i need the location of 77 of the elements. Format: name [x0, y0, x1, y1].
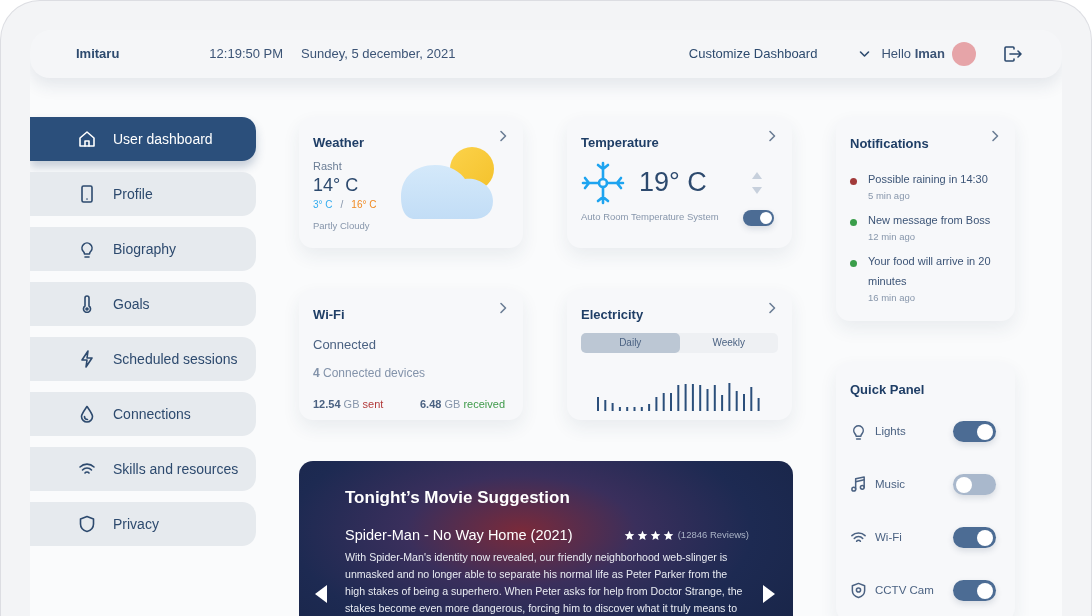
music-note-icon	[850, 476, 867, 494]
star-icon	[636, 529, 648, 541]
logout-icon[interactable]	[1004, 46, 1022, 62]
phone-icon	[78, 185, 96, 203]
card-title: Electricity	[581, 306, 644, 324]
notification-text: New message from Boss	[868, 212, 991, 228]
shield-icon	[850, 582, 867, 600]
connected-devices: 4 Connected devices	[313, 365, 427, 382]
toggle-label: CCTV Cam	[875, 583, 934, 599]
sidebar-item[interactable]: Connections	[30, 392, 256, 436]
sidebar-item[interactable]: Skills and resources	[30, 447, 256, 491]
toggle-label: Wi-Fi	[875, 530, 902, 546]
notification-time: 12 min ago	[868, 229, 916, 244]
customize-dashboard-link[interactable]: Customize Dashboard	[688, 44, 818, 64]
card-title: Temperature	[581, 134, 659, 152]
data-received: 6.48 GB received	[420, 397, 505, 412]
room-temperature-value: 19° C	[639, 166, 707, 200]
sidebar-item[interactable]: Goals	[30, 282, 256, 326]
sidebar-item[interactable]: Privacy	[30, 502, 256, 546]
avatar-circle[interactable]	[952, 42, 976, 66]
movie-synopsis: With Spider-Man's identity now revealed, our friendly neighborhood web-slinger is unmasked and no longer able to separate his normal life as Peter Parker from the high stakes of being a superhero. When Peter asks for help from Doctor Strange, the stakes become even more dangerous, forcing him to discover what it truly means to	[345, 550, 744, 616]
low-temperature: 3° C	[313, 198, 333, 212]
weather-condition: Partly Cloudy	[313, 219, 371, 233]
chevron-right-icon[interactable]	[767, 130, 777, 142]
chevron-down-icon[interactable]	[859, 50, 871, 58]
data-sent: 12.54 GB sent	[313, 397, 384, 412]
chevron-right-icon[interactable]	[767, 302, 777, 314]
sidebar-item[interactable]: Profile	[30, 172, 256, 216]
period-tab[interactable]: Daily	[581, 332, 680, 353]
temperature-separator: /	[340, 198, 344, 212]
connection-status: Connected	[313, 335, 377, 354]
chevron-right-icon[interactable]	[498, 130, 508, 142]
star-icon	[662, 529, 674, 541]
toggle-switch[interactable]	[953, 527, 996, 549]
toggle-switch[interactable]	[743, 209, 774, 226]
temperature-value: 14° C	[313, 174, 360, 196]
sidebar-item[interactable]: Scheduled sessions	[30, 337, 256, 381]
period-tab[interactable]: Weekly	[679, 332, 778, 353]
high-temperature: 16° C	[351, 198, 377, 212]
card-title: Weather	[313, 134, 365, 152]
brand-name: Imitaru	[76, 45, 120, 64]
left-arrow-icon	[315, 584, 327, 603]
movie-title: Spider-Man - No Way Home (2021)	[345, 525, 573, 545]
chevron-right-icon[interactable]	[498, 302, 508, 314]
sidebar-item[interactable]: User dashboard	[30, 117, 256, 161]
toggle-switch[interactable]	[953, 474, 996, 496]
right-arrow-icon	[763, 584, 775, 603]
toggle-switch[interactable]	[953, 580, 996, 602]
card-title: Quick Panel	[850, 381, 925, 400]
partly-cloudy-icon	[401, 147, 497, 219]
lightning-icon	[78, 350, 96, 368]
movie-section-title: Tonight’s Movie Suggestion	[345, 487, 571, 509]
current-date: Sundey, 5 december, 2021	[301, 45, 456, 64]
home-icon	[78, 130, 96, 148]
greeting-text: Hello Iman	[881, 45, 945, 64]
sidebar-item[interactable]: Biography	[30, 227, 256, 271]
clock-time: 12:19:50 PM	[209, 45, 284, 64]
lightbulb-icon	[78, 240, 96, 258]
toggle-switch[interactable]	[953, 421, 996, 443]
star-icon	[623, 529, 635, 541]
toggle-label: Music	[875, 477, 906, 493]
card-title: Notifications	[850, 135, 929, 153]
drop-icon	[78, 405, 96, 423]
auto-temperature-label: Auto Room Temperature System	[581, 210, 719, 225]
city-name: Rasht	[313, 158, 343, 174]
notification-text: Possible raining in 14:30	[868, 171, 988, 187]
lightbulb-icon	[850, 423, 867, 441]
notification-time: 16 min ago	[868, 291, 916, 305]
snowflake-icon	[581, 160, 625, 205]
notification-text: Your food will arrive in 20 minutes	[868, 254, 992, 289]
notification-time: 5 min ago	[868, 188, 911, 203]
card-title: Wi-Fi	[313, 306, 345, 324]
chevron-right-icon[interactable]	[990, 130, 1000, 142]
shield-icon	[78, 515, 96, 533]
toggle-label: Lights	[875, 424, 906, 440]
review-count: (12846 Reviews)	[677, 528, 749, 543]
star-icon	[649, 529, 661, 541]
